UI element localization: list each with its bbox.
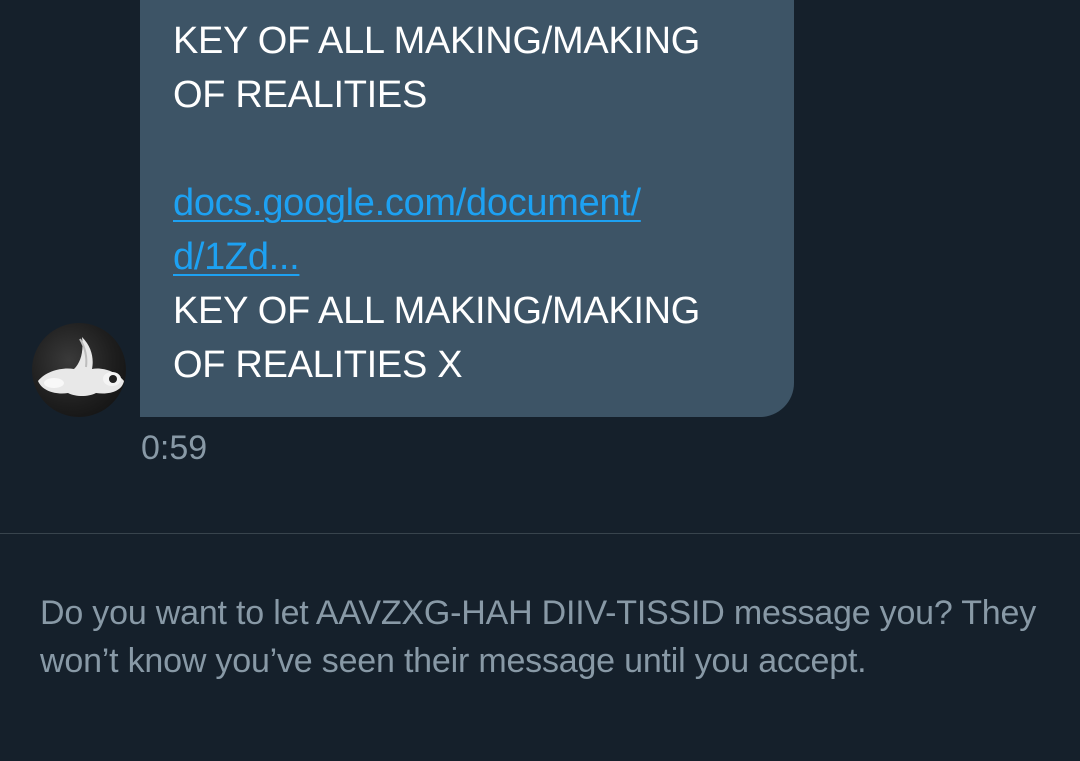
bunny-mask-icon	[38, 337, 124, 396]
message-text-line: KEY OF ALL MAKING/MAKING	[173, 290, 701, 332]
divider	[0, 533, 1080, 534]
message-link[interactable]: docs.google.com/document/	[173, 176, 764, 230]
message-timestamp: 0:59	[141, 429, 208, 467]
message-request-prompt: Do you want to let AAVZXG-HAH DIIV-TISSI…	[40, 594, 1037, 680]
message-row: KEY OF ALL MAKING/MAKING OF REALITIES do…	[0, 0, 1080, 480]
message-text-line: OF REALITIES X	[173, 344, 463, 386]
avatar[interactable]	[32, 323, 126, 417]
message-link[interactable]: d/1Zd...	[173, 230, 764, 284]
message-text-line: OF REALITIES	[173, 74, 428, 116]
message-spacer	[173, 122, 764, 176]
dm-conversation-screen: KEY OF ALL MAKING/MAKING OF REALITIES do…	[0, 0, 1080, 761]
message-bubble[interactable]: KEY OF ALL MAKING/MAKING OF REALITIES do…	[140, 0, 794, 417]
message-text-line: KEY OF ALL MAKING/MAKING	[173, 20, 701, 62]
